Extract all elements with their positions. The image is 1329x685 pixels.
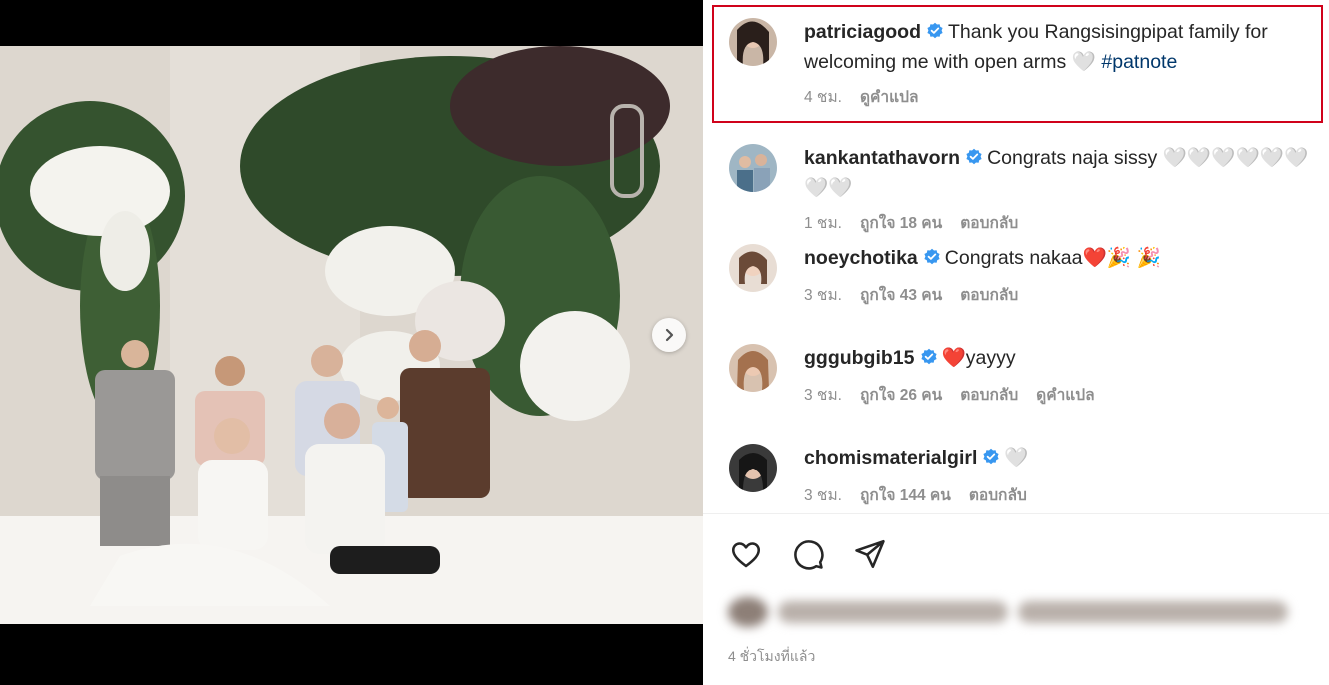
- reply-button[interactable]: ตอบกลับ: [960, 382, 1018, 407]
- chevron-right-icon: [665, 328, 674, 342]
- comment-text: Congrats nakaa❤️🎉 🎉: [944, 247, 1161, 269]
- reply-button[interactable]: ตอบกลับ: [960, 210, 1018, 235]
- hashtag-link[interactable]: #patnote: [1101, 51, 1177, 73]
- comment-username[interactable]: noeychotika: [804, 247, 918, 269]
- like-button[interactable]: [728, 536, 764, 572]
- comment-likes[interactable]: ถูกใจ 18 คน: [860, 210, 942, 235]
- avatar[interactable]: [729, 244, 777, 292]
- comment-username[interactable]: patriciagood: [804, 21, 921, 43]
- comment-username[interactable]: gggubgib15: [804, 347, 915, 369]
- post-actions: [728, 536, 888, 572]
- actions-divider: [703, 513, 1329, 514]
- comment-icon: [794, 540, 824, 570]
- comment-username[interactable]: kankantathavorn: [804, 147, 960, 169]
- comment-time[interactable]: 3 ชม.: [804, 382, 842, 407]
- comment-username[interactable]: chomismaterialgirl: [804, 447, 977, 469]
- avatar[interactable]: [729, 444, 777, 492]
- avatar[interactable]: [729, 18, 777, 66]
- verified-icon: [920, 346, 938, 374]
- comments-panel: patriciagood Thank you Rangsisingpipat fa…: [703, 0, 1329, 685]
- liked-by-blurred: [728, 592, 1288, 632]
- verified-icon: [965, 146, 983, 174]
- comment-time[interactable]: 3 ชม.: [804, 282, 842, 307]
- reply-button[interactable]: ตอบกลับ: [960, 282, 1018, 307]
- post-timestamp: 4 ชั่วโมงที่แล้ว: [728, 648, 816, 664]
- share-icon: [855, 539, 885, 569]
- comment-likes[interactable]: ถูกใจ 144 คน: [860, 482, 951, 507]
- comment-time[interactable]: 4 ชม.: [804, 84, 842, 109]
- avatar[interactable]: [729, 344, 777, 392]
- reply-button[interactable]: ตอบกลับ: [969, 482, 1027, 507]
- share-button[interactable]: [852, 536, 888, 572]
- liked-by-avatar: [728, 597, 768, 627]
- comment-text: 🤍: [1004, 447, 1029, 469]
- avatar[interactable]: [729, 144, 777, 192]
- liked-by-text: [778, 601, 1008, 623]
- comment-text: ❤️yayyy: [941, 347, 1016, 369]
- next-slide-button[interactable]: [652, 318, 686, 352]
- liked-by-text: [1018, 601, 1288, 623]
- see-translation-link[interactable]: ดูคำแปล: [1036, 382, 1094, 407]
- comment-likes[interactable]: ถูกใจ 26 คน: [860, 382, 942, 407]
- media-viewer: [0, 0, 703, 685]
- verified-icon: [982, 446, 1000, 474]
- comment-time[interactable]: 3 ชม.: [804, 482, 842, 507]
- verified-icon: [926, 20, 944, 48]
- post-photo[interactable]: [0, 46, 703, 624]
- photo-illustration: [0, 46, 703, 624]
- comment-likes[interactable]: ถูกใจ 43 คน: [860, 282, 942, 307]
- heart-icon: [731, 542, 761, 568]
- comment-button[interactable]: [790, 536, 826, 572]
- verified-icon: [923, 246, 941, 274]
- comment-time[interactable]: 1 ชม.: [804, 210, 842, 235]
- see-translation-link[interactable]: ดูคำแปล: [860, 84, 918, 109]
